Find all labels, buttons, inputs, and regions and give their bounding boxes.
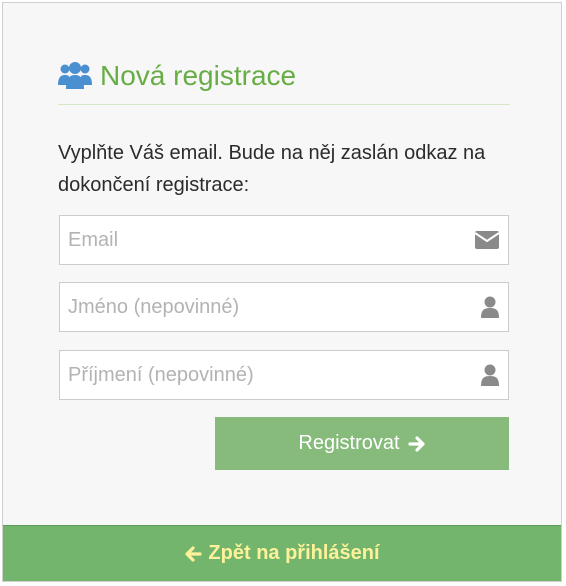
first-name-input[interactable] xyxy=(60,283,460,331)
user-icon xyxy=(481,296,499,318)
page-title: Nová registrace xyxy=(100,60,297,91)
back-to-login-link[interactable]: Zpět na přihlášení xyxy=(3,525,561,581)
envelope-icon xyxy=(474,231,500,249)
back-to-login-label: Zpět na přihlášení xyxy=(208,542,380,564)
email-field[interactable] xyxy=(59,215,509,265)
arrow-left-icon xyxy=(185,545,203,562)
panel-header: Nová registrace xyxy=(58,59,510,105)
last-name-input[interactable] xyxy=(60,351,460,399)
user-icon xyxy=(481,364,499,386)
arrow-right-icon xyxy=(407,435,425,452)
register-button-label: Registrovat xyxy=(298,432,400,454)
register-button[interactable]: Registrovat xyxy=(215,417,509,470)
first-name-field[interactable] xyxy=(59,282,509,332)
email-input[interactable] xyxy=(60,216,460,264)
registration-panel: Nová registrace Vyplňte Váš email. Bude … xyxy=(2,2,562,582)
last-name-field[interactable] xyxy=(59,350,509,400)
users-icon xyxy=(58,62,92,89)
intro-text: Vyplňte Váš email. Bude na něj zaslán od… xyxy=(58,142,486,196)
